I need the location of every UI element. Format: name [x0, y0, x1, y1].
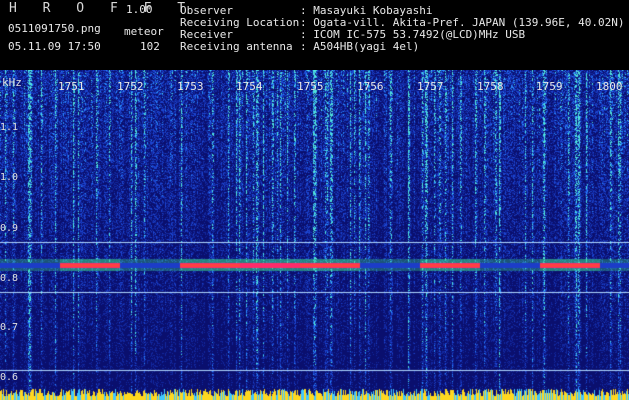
time-tick-label: 1800 [596, 80, 623, 93]
app-title: H R O F F T [9, 1, 195, 16]
time-tick-label: 1756 [357, 80, 384, 93]
meteor-label: meteor [124, 25, 164, 38]
y-unit-label: kHz [2, 76, 22, 89]
time-tick-label: 1757 [417, 80, 444, 93]
y-tick-label: 0.8 [0, 273, 19, 284]
y-tick-label: 0.6 [0, 372, 19, 383]
filename-label: 0511091750.png [8, 22, 101, 35]
timestamp-label: 05.11.09 17:50 [8, 40, 101, 53]
antenna-key: Receiving antenna [180, 40, 293, 53]
time-tick-label: 1753 [177, 80, 204, 93]
y-tick-label: 1.1 [0, 122, 19, 133]
spectrogram-canvas [0, 70, 629, 400]
y-tick-label: 0.7 [0, 322, 19, 333]
y-tick-label: 1.0 [0, 172, 19, 183]
time-tick-label: 1755 [297, 80, 324, 93]
header-panel: H R O F F T 1.00 0511091750.png 05.11.09… [0, 0, 629, 70]
time-tick-label: 1751 [58, 80, 85, 93]
meteor-count: 102 [140, 40, 160, 53]
time-tick-label: 1754 [236, 80, 263, 93]
time-tick-label: 1759 [536, 80, 563, 93]
time-tick-label: 1752 [117, 80, 144, 93]
antenna-value: : A504HB(yagi 4el) [300, 40, 420, 53]
version-label: 1.00 [126, 3, 153, 16]
y-tick-label: 0.9 [0, 223, 19, 234]
time-tick-label: 1758 [477, 80, 504, 93]
